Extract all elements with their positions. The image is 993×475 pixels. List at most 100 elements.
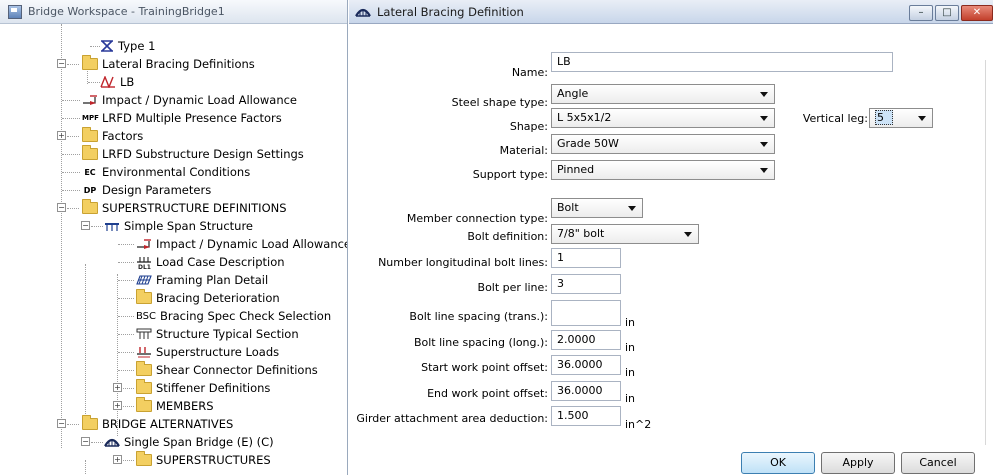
bracing-icon [100, 76, 115, 88]
folder-icon [82, 55, 98, 70]
tree-item-bridge-alternatives[interactable]: BRIDGE ALTERNATIVES [82, 415, 233, 433]
expander-factors[interactable]: + [57, 131, 66, 140]
tree-item-impact-dynamic-load[interactable]: Impact / Dynamic Load Allowance [82, 91, 297, 109]
tree-item-ss-impact-dynamic-load[interactable]: Impact / Dynamic Load Allowance [136, 235, 347, 253]
support-type-select[interactable]: Pinned [551, 160, 775, 180]
tree-item-lateral-bracing-definitions[interactable]: Lateral Bracing Definitions [82, 55, 255, 73]
dialog-title: Lateral Bracing Definition [377, 4, 524, 19]
tree-item-factors[interactable]: Factors [82, 127, 143, 145]
mpf-icon: MPF [82, 114, 99, 122]
expander-superstructures[interactable]: + [113, 455, 122, 464]
workspace-icon [8, 4, 22, 19]
workspace-titlebar: Bridge Workspace - TrainingBridge1 [0, 0, 347, 24]
folder-icon [82, 199, 98, 214]
bolt-line-spacing-long-field[interactable]: 2.0000 [551, 330, 621, 350]
folder-icon [82, 415, 98, 430]
member-connection-type-select[interactable]: Bolt [551, 198, 643, 218]
loads-icon [137, 347, 151, 358]
chevron-down-icon [760, 142, 768, 147]
member-connection-type-value: Bolt [557, 201, 579, 214]
folder-icon [136, 361, 152, 376]
arrow-icon [83, 95, 97, 105]
shape-label: Shape: [509, 120, 548, 133]
start-wp-offset-label: Start work point offset: [421, 361, 548, 374]
tree-item-lrfd-multiple-presence-factors[interactable]: MPF LRFD Multiple Presence Factors [82, 109, 282, 127]
tree-item-bracing-deterioration[interactable]: Bracing Deterioration [136, 289, 280, 307]
tree-item-design-parameters[interactable]: DP Design Parameters [82, 181, 211, 199]
bolt-per-line-label: Bolt per line: [477, 281, 548, 294]
tree-item-lrfd-substructure-design-settings[interactable]: LRFD Substructure Design Settings [82, 145, 304, 163]
workspace-title: Bridge Workspace - TrainingBridge1 [28, 5, 225, 18]
tree-item-framing-plan-detail[interactable]: Framing Plan Detail [136, 271, 268, 289]
bridge-icon [104, 438, 120, 447]
steel-shape-type-select[interactable]: Angle [551, 84, 775, 104]
tree-item-load-case-description[interactable]: DL1 Load Case Description [136, 253, 285, 271]
maximize-button[interactable]: □ [935, 5, 959, 21]
num-long-bolt-lines-label: Number longitudinal bolt lines: [378, 256, 548, 269]
expander-superstructure-definitions[interactable]: − [57, 203, 66, 212]
ok-button[interactable]: OK [741, 452, 815, 474]
tree-item-type-1[interactable]: Type 1 [100, 37, 155, 55]
shape-value: L 5x5x1/2 [557, 111, 612, 124]
bolt-per-line-field[interactable]: 3 [551, 274, 621, 294]
bolt-line-spacing-trans-field[interactable] [551, 300, 621, 326]
tree-item-stiffener-definitions[interactable]: Stiffener Definitions [136, 379, 270, 397]
tree-item-shear-connector-definitions[interactable]: Shear Connector Definitions [136, 361, 318, 379]
bolt-definition-label: Bolt definition: [467, 230, 548, 243]
tree-item-members[interactable]: MEMBERS [136, 397, 214, 415]
minimize-button[interactable]: – [909, 5, 933, 21]
tree-item-simple-span-structure[interactable]: Simple Span Structure [104, 217, 253, 235]
member-connection-type-label: Member connection type: [406, 212, 548, 225]
expander-members[interactable]: + [113, 401, 122, 410]
material-select[interactable]: Grade 50W [551, 134, 775, 154]
dialog-scrollbar[interactable] [985, 60, 993, 445]
tree-item-structure-typical-section[interactable]: Structure Typical Section [136, 325, 299, 343]
dp-icon: DP [83, 185, 97, 195]
support-type-value: Pinned [557, 163, 595, 176]
bolt-line-spacing-long-label: Bolt line spacing (long.): [413, 336, 548, 349]
expander-bridge-alternatives[interactable]: − [57, 419, 66, 428]
folder-icon [136, 397, 152, 412]
support-type-label: Support type: [472, 168, 548, 181]
end-wp-offset-field[interactable]: 36.0000 [551, 381, 621, 401]
girder-attach-deduction-field[interactable]: 1.500 [551, 406, 621, 426]
vertical-leg-select[interactable]: 5 [869, 108, 933, 128]
framing-icon [136, 275, 152, 285]
bolt-definition-select[interactable]: 7/8" bolt [551, 224, 699, 244]
arrow-icon [137, 239, 151, 249]
expander-single-span-bridge[interactable]: − [81, 437, 90, 446]
bsc-icon: BSC [136, 310, 157, 322]
vertical-leg-value: 5 [875, 110, 893, 125]
chevron-down-icon [628, 206, 636, 211]
chevron-down-icon [760, 92, 768, 97]
tree-item-environmental-conditions[interactable]: EC Environmental Conditions [82, 163, 250, 181]
tree-item-superstructure-definitions[interactable]: SUPERSTRUCTURE DEFINITIONS [82, 199, 287, 217]
chevron-down-icon [760, 116, 768, 121]
expander-lateral-bracing[interactable]: − [57, 59, 66, 68]
start-wp-offset-unit: in [625, 366, 636, 379]
close-button[interactable]: ✕ [961, 5, 993, 21]
tree-item-superstructure-loads[interactable]: Superstructure Loads [136, 343, 279, 361]
num-long-bolt-lines-field[interactable]: 1 [551, 248, 621, 268]
material-value: Grade 50W [557, 137, 619, 150]
svg-text:DL1: DL1 [138, 264, 151, 269]
bolt-line-spacing-trans-label: Bolt line spacing (trans.): [409, 310, 548, 323]
start-wp-offset-field[interactable]: 36.0000 [551, 355, 621, 375]
folder-icon [136, 451, 152, 466]
shape-select[interactable]: L 5x5x1/2 [551, 108, 775, 128]
tree-item-superstructures[interactable]: SUPERSTRUCTURES [136, 451, 271, 469]
apply-button[interactable]: Apply [821, 452, 895, 474]
material-label: Material: [499, 144, 548, 157]
expander-simple-span-structure[interactable]: − [81, 221, 90, 230]
folder-icon [136, 379, 152, 394]
steel-shape-type-label: Steel shape type: [451, 96, 548, 109]
tree-item-bracing-spec-check-selection[interactable]: BSC Bracing Spec Check Selection [136, 307, 331, 325]
folder-icon [82, 145, 98, 160]
expander-stiffener-definitions[interactable]: + [113, 383, 122, 392]
name-field[interactable]: LB [551, 52, 893, 72]
girder-attach-deduction-unit: in^2 [625, 418, 652, 431]
tree-item-lb[interactable]: LB [100, 73, 134, 91]
vertical-leg-label: Vertical leg: [802, 112, 868, 125]
tree-item-single-span-bridge[interactable]: Single Span Bridge (E) (C) [104, 433, 274, 451]
cancel-button[interactable]: Cancel [901, 452, 975, 474]
